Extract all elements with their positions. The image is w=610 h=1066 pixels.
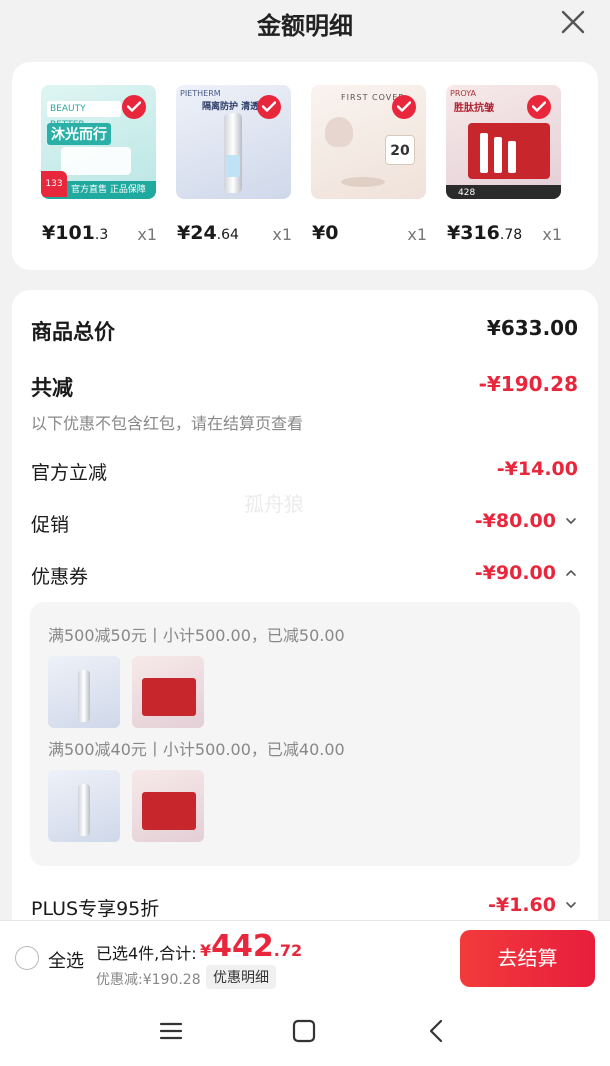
check-icon[interactable]: [392, 95, 416, 119]
check-icon[interactable]: [257, 95, 281, 119]
select-all-radio[interactable]: [15, 946, 39, 970]
thumb-headline: 胜肽抗皱: [454, 103, 494, 114]
thumb-badge: 20: [385, 135, 415, 165]
thumb-brand: BEAUTY BETTER: [47, 101, 121, 130]
close-icon[interactable]: [560, 9, 586, 35]
coupon-detail-box: 满500减50元丨小计500.00，已减50.00 满500减40元丨小计500…: [30, 602, 580, 866]
coupon-product-thumbnail[interactable]: [48, 656, 120, 728]
thumb-badge: 428: [458, 188, 476, 198]
price-detail-card: 商品总价 ¥633.00 共减 -¥190.28 以下优惠不包含红包，请在结算页…: [12, 290, 598, 930]
chevron-down-icon[interactable]: [564, 514, 578, 528]
total-price-row: 商品总价 ¥633.00: [31, 316, 578, 346]
menu-icon[interactable]: [156, 1016, 186, 1046]
coupon-line: 满500减40元丨小计500.00，已减40.00: [48, 740, 345, 759]
select-all-label[interactable]: 全选: [48, 947, 84, 973]
product-price: ¥101.3: [42, 222, 109, 244]
total-discount-value: -¥190.28: [478, 372, 578, 396]
coupon-product-thumbnail[interactable]: [132, 770, 204, 842]
back-icon[interactable]: [422, 1016, 452, 1046]
thumb-badge: 133: [41, 171, 67, 197]
product-item[interactable]: PIETHERM 隔离防护 清透底妆 ¥24.64 x1: [157, 82, 292, 244]
chevron-down-icon[interactable]: [564, 898, 578, 912]
page-title: 金额明细: [257, 12, 353, 40]
product-thumbnail[interactable]: FIRST COVER 20: [311, 85, 426, 199]
home-icon[interactable]: [289, 1016, 319, 1046]
header: 金额明细: [0, 0, 610, 50]
official-discount-value: -¥14.00: [496, 458, 578, 480]
product-price: ¥24.64: [177, 222, 239, 244]
check-icon[interactable]: [527, 95, 551, 119]
selection-summary: 已选4件,合计:: [96, 944, 197, 963]
product-giftbox-shape: [142, 678, 196, 716]
model-face-shape: [325, 117, 353, 147]
system-nav-bar: [0, 994, 610, 1066]
plus-discount-value: -¥1.60: [488, 894, 556, 916]
coupon-value: -¥90.00: [474, 562, 556, 584]
product-item[interactable]: FIRST COVER 20 ¥0 x1: [292, 82, 427, 244]
bottle-shape: [494, 137, 502, 173]
coupon-line: 满500减50元丨小计500.00，已减50.00: [48, 626, 345, 645]
product-bottle-shape: [78, 670, 90, 722]
bottle-shape: [508, 141, 516, 173]
coupon-product-thumbnail[interactable]: [48, 770, 120, 842]
promo-value: -¥80.00: [474, 510, 556, 532]
product-bottle-shape: [224, 113, 242, 193]
product-item[interactable]: BEAUTY BETTER 沐光而行 官方直售 正品保障 133 ¥101.3 …: [22, 82, 157, 244]
product-qty: x1: [137, 225, 157, 244]
thumb-headline: 沐光而行: [47, 123, 111, 145]
product-bottle-shape: [78, 784, 90, 836]
product-thumbnail[interactable]: PIETHERM 隔离防护 清透底妆: [176, 85, 291, 199]
checkout-bar: 全选 已选4件,合计: ¥442.72 优惠减:¥190.28 优惠明细 去结算: [0, 920, 610, 994]
product-qty: x1: [407, 225, 427, 244]
product-price: ¥316.78: [447, 222, 523, 244]
product-qty: x1: [272, 225, 292, 244]
discount-note: 以下优惠不包含红包，请在结算页查看: [31, 414, 304, 433]
promo-row[interactable]: 促销 -¥80.00: [31, 510, 578, 537]
product-thumbnail[interactable]: BEAUTY BETTER 沐光而行 官方直售 正品保障 133: [41, 85, 156, 199]
thumb-brand: PROYA: [450, 89, 476, 98]
savings-text: 优惠减:¥190.28: [96, 972, 201, 988]
coupon-product-thumbnail[interactable]: [132, 656, 204, 728]
checkout-button[interactable]: 去结算: [460, 930, 595, 987]
product-box-shape: [61, 147, 131, 175]
official-discount-row: 官方立减 -¥14.00: [31, 458, 578, 485]
product-thumbnail[interactable]: PROYA 胜肽抗皱 428: [446, 85, 561, 199]
total-amount: ¥442.72: [200, 929, 303, 964]
total-price-value: ¥633.00: [486, 316, 578, 340]
coupon-row[interactable]: 优惠券 -¥90.00: [31, 562, 578, 589]
check-icon[interactable]: [122, 95, 146, 119]
product-qty: x1: [542, 225, 562, 244]
product-bottle-label: [226, 155, 240, 177]
thumb-brand: PIETHERM: [180, 89, 221, 98]
discount-detail-button[interactable]: 优惠明细: [206, 965, 276, 989]
products-card: BEAUTY BETTER 沐光而行 官方直售 正品保障 133 ¥101.3 …: [12, 62, 598, 270]
product-giftbox-shape: [142, 792, 196, 830]
bottle-shape: [480, 133, 488, 173]
total-discount-row: 共减 -¥190.28: [31, 372, 578, 402]
plus-discount-row[interactable]: PLUS专享95折 -¥1.60: [31, 894, 578, 921]
product-item[interactable]: PROYA 胜肽抗皱 428 ¥316.78 x1: [427, 82, 562, 244]
product-compact-shape: [341, 177, 385, 187]
product-price: ¥0: [312, 222, 339, 244]
watermark: 孤舟狼: [244, 492, 304, 516]
chevron-up-icon[interactable]: [564, 566, 578, 580]
